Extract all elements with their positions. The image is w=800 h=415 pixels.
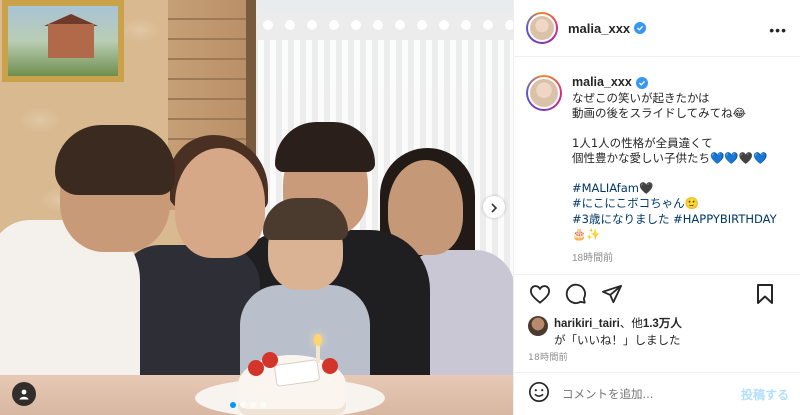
share-button[interactable] xyxy=(600,284,624,308)
candle xyxy=(316,345,320,363)
comment-bar: 投稿する xyxy=(514,372,800,415)
carousel-dot xyxy=(240,402,246,408)
carousel-dot xyxy=(250,402,256,408)
heart-icon xyxy=(529,284,551,308)
painting-house xyxy=(48,24,94,58)
profile-avatar[interactable] xyxy=(526,12,558,44)
post-photo[interactable] xyxy=(0,0,513,415)
hashtag-link[interactable]: #3歳になりました #HAPPYBIRTHDAY xyxy=(572,212,777,228)
smiley-icon[interactable] xyxy=(528,381,550,407)
next-slide-button[interactable] xyxy=(483,196,505,218)
caption-line: 1人1人の性格が全員違くて xyxy=(572,135,713,150)
tagged-users-button[interactable] xyxy=(12,382,36,406)
post-timestamp[interactable]: 18時間前 xyxy=(528,350,568,363)
caption-section: malia_xxx なぜこの笑いが起きたかは 動画の後をスライドしてみてね😂 1… xyxy=(514,57,800,275)
bookmark-icon xyxy=(756,283,774,309)
caption-body: malia_xxx なぜこの笑いが起きたかは 動画の後をスライドしてみてね😂 1… xyxy=(572,75,777,266)
paper-plane-icon xyxy=(601,284,623,308)
verified-badge-icon xyxy=(635,76,648,89)
caption-line: 個性豊かな愛しい子供たち💙💙🖤💙 xyxy=(572,151,768,165)
caption-line: 動画の後をスライドしてみてね😂 xyxy=(572,106,747,120)
more-options-button[interactable]: ••• xyxy=(769,22,787,38)
carousel-dots xyxy=(230,402,266,408)
hashtag-link[interactable]: #MALIAfam🖤 xyxy=(572,181,777,197)
post-comment-button[interactable]: 投稿する xyxy=(741,386,789,403)
framed-painting xyxy=(2,0,124,82)
likes-count[interactable]: 1.3万人 xyxy=(643,318,682,330)
header-username[interactable]: malia_xxx xyxy=(568,21,630,36)
caption-line: 🎂✨ xyxy=(572,227,601,241)
likes-others-prefix: 、他 xyxy=(619,316,643,330)
comment-button[interactable] xyxy=(564,283,588,309)
hashtag-link[interactable]: #にこにこボコちゃん🙂 xyxy=(572,196,777,212)
user-tag-icon xyxy=(18,385,30,404)
candle-flame xyxy=(314,334,322,346)
action-bar xyxy=(514,277,800,315)
toddler-hair xyxy=(263,198,348,240)
caption-timestamp: 18時間前 xyxy=(572,252,614,264)
young-man-hair xyxy=(55,125,175,195)
curtain-trim xyxy=(258,10,513,40)
liker-avatar[interactable] xyxy=(528,316,548,336)
post-header: malia_xxx ••• xyxy=(514,0,800,57)
verified-badge-icon xyxy=(634,22,647,34)
carousel-dot xyxy=(230,402,236,408)
likes-suffix: が「いいね！」しました xyxy=(554,333,681,347)
carousel-dot xyxy=(260,402,266,408)
liker-username[interactable]: harikiri_tairi xyxy=(554,318,620,330)
post-panel: malia_xxx ••• malia_xxx なぜこの笑いが起きたかは 動画の… xyxy=(513,0,800,415)
chevron-right-icon xyxy=(489,198,499,217)
caption-username[interactable]: malia_xxx xyxy=(572,75,632,91)
likes-summary: harikiri_tairi、他1.3万人 が「いいね！」しました xyxy=(528,315,682,348)
comment-icon xyxy=(565,283,587,309)
strawberry xyxy=(322,358,338,374)
like-button[interactable] xyxy=(528,284,552,308)
mother-face xyxy=(175,148,265,258)
caption-avatar[interactable] xyxy=(526,75,562,111)
save-button[interactable] xyxy=(753,284,777,308)
caption-line: なぜこの笑いが起きたかは xyxy=(572,90,710,105)
comment-input[interactable] xyxy=(562,387,732,401)
